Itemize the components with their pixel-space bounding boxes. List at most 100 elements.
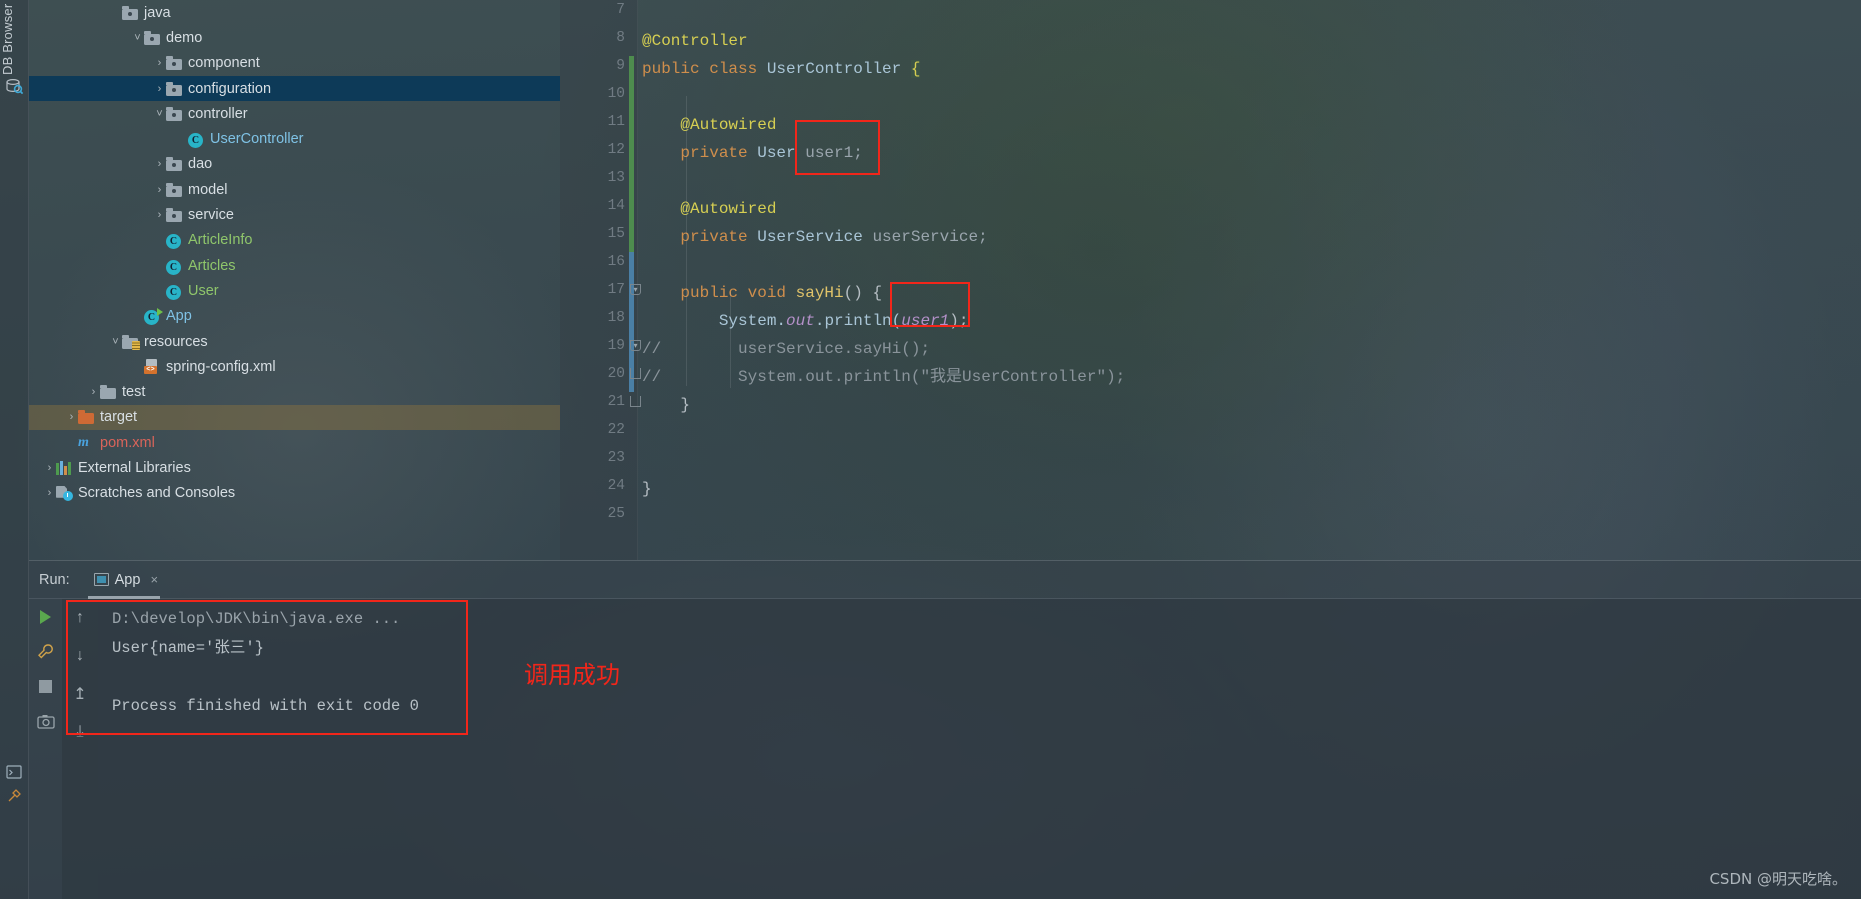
line-number: 25 (607, 506, 625, 522)
chevron-down-icon[interactable]: ˅ (109, 336, 122, 348)
close-icon[interactable]: × (150, 572, 158, 587)
tree-item[interactable]: › model (29, 177, 560, 202)
left-tool-strip: DB Browser (0, 0, 29, 760)
code-line[interactable]: } (642, 475, 652, 503)
build-icon[interactable] (6, 788, 22, 804)
code-token: ); (949, 312, 969, 330)
code-line[interactable]: @Controller (642, 27, 748, 55)
tree-item-label: pom.xml (100, 434, 155, 451)
tree-item[interactable]: ˅ demo (29, 25, 560, 50)
tree-item-label: demo (166, 29, 203, 46)
line-number: 8 (616, 30, 625, 46)
code-line[interactable]: @Autowired (642, 111, 776, 139)
tree-item-label: java (144, 4, 171, 21)
up-arrow-button[interactable]: ↑ (62, 599, 98, 637)
project-tree[interactable]: ›java˅demo›component›configuration˅contr… (29, 0, 560, 506)
code-token: sayHi (795, 284, 844, 302)
database-icon[interactable] (6, 78, 23, 94)
tree-item-label: service (188, 207, 234, 224)
code-token: System. (642, 312, 787, 330)
chevron-right-icon[interactable]: › (153, 158, 166, 170)
line-number: 23 (607, 450, 625, 466)
run-config-icon (93, 573, 109, 586)
tree-item-label: resources (144, 333, 208, 350)
code-line[interactable]: System.out.println(user1); (642, 307, 969, 335)
wrench-icon (38, 644, 53, 659)
screenshot-button[interactable] (29, 704, 62, 739)
soft-wrap-button[interactable]: ↥ (62, 675, 98, 713)
tree-item[interactable]: ›mpom.xml (29, 430, 560, 455)
code-line[interactable]: public class UserController { (642, 55, 921, 83)
folder-icon (166, 56, 183, 71)
run-tab-app[interactable]: App × (87, 561, 164, 599)
class-icon: C (188, 131, 205, 149)
tree-item[interactable]: ˅ resources (29, 329, 560, 354)
db-browser-tool-label[interactable]: DB Browser (0, 4, 29, 124)
tree-item[interactable]: › test (29, 379, 560, 404)
chevron-right-icon[interactable]: › (153, 57, 166, 69)
code-editor[interactable]: 7 8 9 10 11 12 13 14 15 16 17 18 19 20 21 22 23 24 25 ▾ ▾ … (560, 0, 1861, 560)
tree-item[interactable]: › component (29, 51, 560, 76)
indent-guide (686, 96, 687, 386)
stop-button[interactable] (29, 669, 62, 704)
chevron-right-icon[interactable]: › (87, 386, 100, 398)
tree-item-label: Scratches and Consoles (78, 485, 236, 502)
chevron-down-icon[interactable]: ˅ (153, 108, 166, 120)
idea-window: DB Browser ›java˅demo›component›configur… (0, 0, 1861, 899)
chevron-right-icon[interactable]: › (153, 209, 166, 221)
settings-button[interactable] (29, 634, 62, 669)
code-line[interactable]: } (642, 391, 690, 419)
line-number: 24 (607, 478, 625, 494)
tree-item[interactable]: ›CArticleInfo (29, 228, 560, 253)
chevron-right-icon[interactable]: › (65, 411, 78, 423)
down-arrow-button[interactable]: ↓ (62, 637, 98, 675)
tree-item[interactable]: ›java (29, 0, 560, 25)
tree-item[interactable]: › External Libraries (29, 455, 560, 480)
tree-item[interactable]: ›CApp (29, 304, 560, 329)
tree-item[interactable]: › dao (29, 152, 560, 177)
line-number: 22 (607, 422, 625, 438)
code-token: .println( (814, 312, 902, 330)
class-icon: C (166, 258, 183, 275)
tree-item[interactable]: ˅ controller (29, 101, 560, 126)
chevron-right-icon[interactable]: › (153, 83, 166, 95)
folder-icon (122, 5, 139, 20)
tree-item[interactable]: › configuration (29, 75, 560, 102)
line-number: 20 (607, 366, 625, 382)
code-line[interactable]: private User user1; (642, 139, 862, 167)
tree-item[interactable]: ›<>spring-config.xml (29, 354, 560, 379)
code-line[interactable]: // System.out.println("我是UserController"… (642, 363, 1125, 391)
tree-item[interactable]: › target (29, 404, 560, 431)
runnable-class-icon: C (144, 308, 163, 326)
code-text[interactable]: @Controller public class UserController {… (638, 0, 1861, 560)
code-token: @Autowired (642, 116, 777, 134)
folder-icon (78, 410, 95, 425)
terminal-icon[interactable] (6, 764, 22, 780)
camera-icon (36, 715, 55, 729)
code-line[interactable]: @Autowired (642, 195, 776, 223)
tree-item[interactable]: ›CUserController (29, 126, 560, 151)
chevron-right-icon[interactable]: › (43, 462, 56, 474)
chevron-right-icon[interactable]: › (43, 487, 56, 499)
folder-icon (166, 208, 183, 223)
chevron-down-icon[interactable]: ˅ (131, 32, 144, 44)
console-side-toolbar: ↑ ↓ ↥ ⤓ (62, 599, 98, 899)
tree-item[interactable]: ›CUser (29, 278, 560, 303)
line-number: 15 (607, 226, 625, 242)
xml-file-icon: <> (144, 359, 161, 375)
code-line[interactable]: public void sayHi() { (642, 279, 882, 307)
scroll-to-end-button[interactable]: ⤓ (62, 713, 98, 751)
play-icon (40, 609, 51, 624)
editor-scrollbar[interactable] (1851, 0, 1861, 560)
rerun-button[interactable] (29, 599, 62, 634)
code-token: public class (642, 60, 767, 78)
line-number: 14 (607, 198, 625, 214)
console-output[interactable]: D:\develop\JDK\bin\java.exe ... User{name… (98, 599, 1861, 899)
csdn-watermark: CSDN @明天吃啥。 (1709, 870, 1847, 888)
tree-item[interactable]: › service (29, 202, 560, 227)
chevron-right-icon[interactable]: › (153, 184, 166, 196)
tree-item[interactable]: › Scratches and Consoles (29, 481, 560, 506)
code-line[interactable]: private UserService userService; (642, 223, 987, 251)
tree-item[interactable]: ›CArticles (29, 253, 560, 278)
console-line: D:\develop\JDK\bin\java.exe ... (112, 610, 401, 628)
